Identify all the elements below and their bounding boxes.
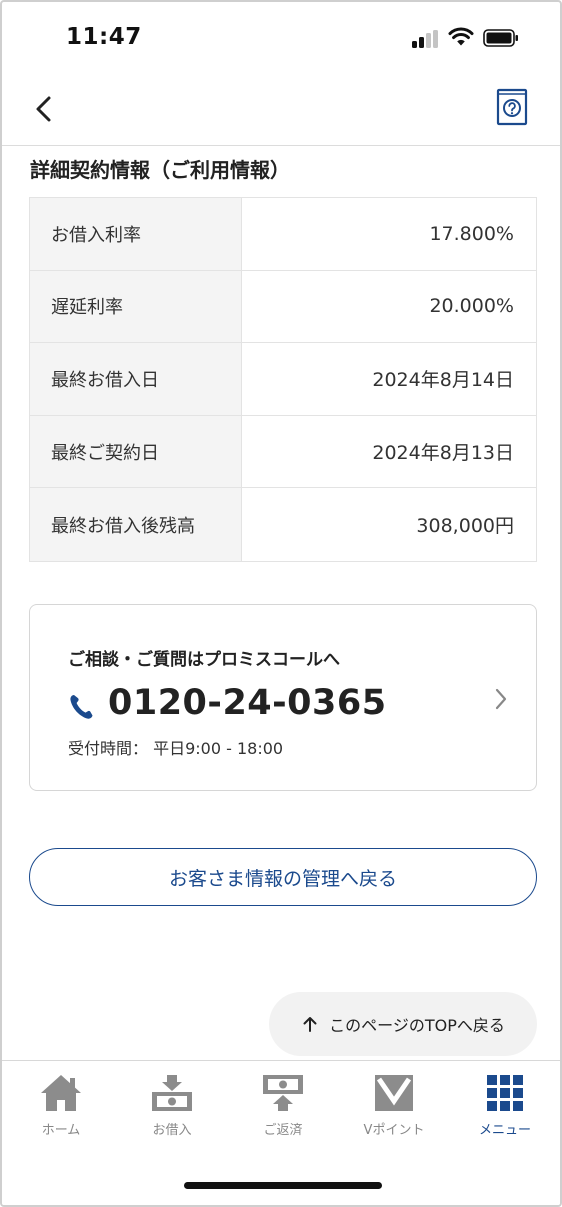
phone-number[interactable]: 0120-24-0365 [108, 683, 387, 723]
row-label: 最終お借入日 [30, 343, 242, 415]
vpoint-icon [375, 1075, 413, 1111]
call-card-heading: ご相談・ご質問はプロミスコールへ [68, 650, 340, 670]
status-time: 11:47 [66, 24, 142, 50]
home-indicator[interactable] [184, 1182, 382, 1189]
tab-label: お借入 [152, 1123, 192, 1138]
row-label: 最終ご契約日 [30, 415, 242, 488]
row-label: 最終お借入後残高 [30, 488, 242, 561]
table-row: 最終お借入後残高 308,000円 [30, 488, 536, 561]
row-value: 308,000円 [416, 515, 514, 538]
table-row: お借入利率 17.800% [30, 198, 536, 271]
row-value: 17.800% [429, 222, 514, 245]
reception-hours: 受付時間： 平日9:00 - 18:00 [68, 739, 284, 758]
back-chevron-icon[interactable] [32, 94, 56, 124]
back-to-top-button[interactable]: このページのTOPへ戻る [269, 992, 537, 1056]
section-title: 詳細契約情報（ご利用情報） [30, 158, 290, 182]
tab-menu[interactable]: メニュー [460, 1073, 550, 1145]
nav-header [2, 76, 560, 146]
tab-borrow[interactable]: お借入 [127, 1073, 217, 1145]
back-to-top-label: このページのTOPへ戻る [329, 1016, 505, 1035]
tab-label: ホーム [41, 1123, 81, 1138]
table-row: 最終お借入日 2024年8月14日 [30, 343, 536, 416]
borrow-icon [152, 1075, 192, 1111]
repay-icon [263, 1075, 303, 1111]
tab-repay[interactable]: ご返済 [238, 1073, 328, 1145]
wifi-icon [448, 27, 474, 46]
home-icon [41, 1075, 81, 1111]
menu-grid-icon [487, 1075, 523, 1111]
contract-info-table: お借入利率 17.800% 遅延利率 20.000% 最終お借入日 2024年8… [29, 197, 537, 562]
row-label: お借入利率 [30, 198, 242, 270]
phone-screen: 11:47 詳細契約情報（ご利用情報） お借入利率 17.800% 遅延利率 2… [0, 0, 562, 1207]
table-row: 最終ご契約日 2024年8月13日 [30, 415, 536, 489]
status-bar: 11:47 [2, 2, 560, 76]
promise-call-card[interactable]: ご相談・ご質問はプロミスコールへ 0120-24-0365 受付時間： 平日9:… [29, 604, 537, 791]
row-label: 遅延利率 [30, 270, 242, 343]
row-value: 2024年8月13日 [372, 442, 514, 465]
row-value: 2024年8月14日 [372, 369, 514, 392]
tab-label: メニュー [478, 1123, 531, 1138]
arrow-up-icon [303, 1017, 317, 1032]
tab-label: ご返済 [263, 1123, 303, 1138]
tab-label: Vポイント [363, 1123, 425, 1138]
cellular-signal-icon [412, 30, 440, 48]
chevron-right-icon [495, 688, 507, 710]
tab-home[interactable]: ホーム [16, 1073, 106, 1145]
help-book-icon[interactable] [495, 88, 529, 128]
table-row: 遅延利率 20.000% [30, 270, 536, 344]
tab-vpoint[interactable]: Vポイント [349, 1073, 439, 1145]
battery-icon [483, 29, 518, 47]
bottom-tab-bar: ホーム お借入 ご返済 Vポイント メニュー [2, 1060, 560, 1205]
return-to-customer-info-button[interactable]: お客さま情報の管理へ戻る [29, 848, 537, 906]
row-value: 20.000% [429, 295, 514, 318]
phone-icon [70, 695, 93, 719]
